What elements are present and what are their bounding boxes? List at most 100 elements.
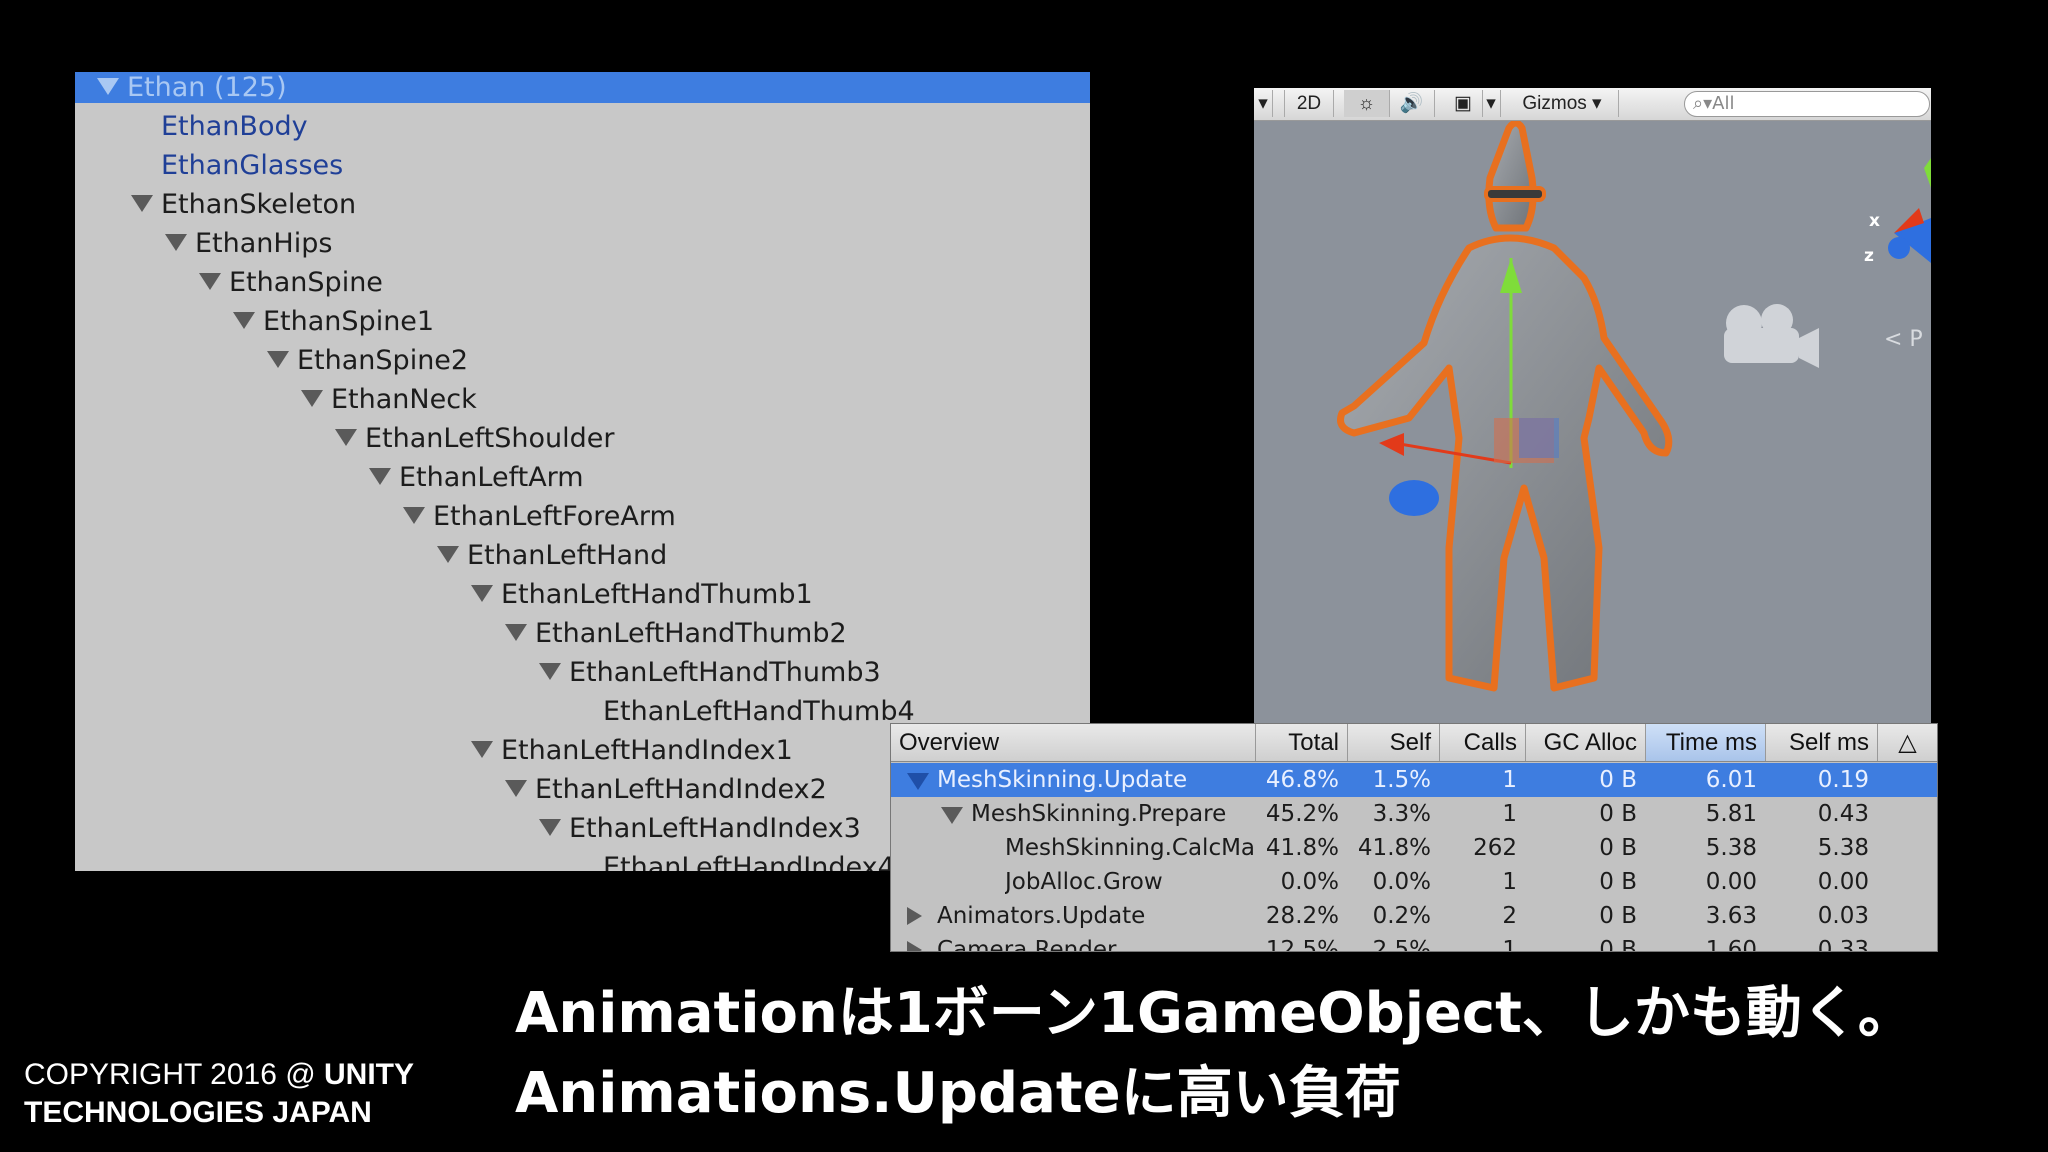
hierarchy-item[interactable]: EthanLeftHandThumb2 (75, 614, 1090, 653)
profiler-row-name: MeshSkinning.Prepare (971, 801, 1227, 827)
expand-triangle-icon[interactable] (403, 507, 425, 524)
caption-line-1: Animationは1ボーン1GameObject、しかも動く。 (515, 981, 1914, 1046)
expand-triangle-icon[interactable] (233, 312, 255, 329)
hierarchy-item-label: EthanBody (161, 111, 308, 142)
profiler-row[interactable]: Camera.Render 12.5% 2.5% 1 0 B 1.60 0.33 (891, 933, 1937, 952)
expand-triangle-icon[interactable] (471, 585, 493, 602)
column-calls[interactable]: Calls (1439, 724, 1525, 761)
expand-triangle-icon[interactable] (199, 273, 221, 290)
search-icon: ⌕▾ (1693, 93, 1713, 114)
hierarchy-item[interactable]: Ethan (125) (75, 72, 1090, 103)
perspective-label: < P (1884, 327, 1923, 352)
profiler-cell-self: 0.0% (1372, 869, 1431, 895)
column-time-ms[interactable]: Time ms (1645, 724, 1765, 761)
hierarchy-item-label: EthanLeftHand (467, 540, 668, 571)
hierarchy-item[interactable]: EthanSpine (75, 263, 1090, 302)
profiler-cell-time: 3.63 (1705, 903, 1757, 929)
profiler-cell-calls: 1 (1502, 869, 1517, 895)
hierarchy-item[interactable]: EthanNeck (75, 380, 1090, 419)
expand-triangle-icon[interactable] (369, 468, 391, 485)
hierarchy-item[interactable]: EthanGlasses (75, 146, 1090, 185)
hierarchy-item[interactable]: EthanSkeleton (75, 185, 1090, 224)
hierarchy-item[interactable]: EthanLeftForeArm (75, 497, 1090, 536)
profiler-cell-time: 0.00 (1705, 869, 1757, 895)
warning-icon[interactable]: △ (1877, 724, 1937, 761)
hierarchy-item[interactable]: EthanBody (75, 107, 1090, 146)
profiler-cell-calls: 1 (1502, 937, 1517, 952)
hierarchy-item[interactable]: EthanLeftArm (75, 458, 1090, 497)
profiler-cell-total: 45.2% (1265, 801, 1339, 827)
profiler-row[interactable]: MeshSkinning.CalcMat 41.8% 41.8% 262 0 B 5.38… (891, 831, 1937, 865)
hierarchy-item-label: EthanSpine1 (263, 306, 435, 337)
hierarchy-item-label: EthanLeftHandThumb2 (535, 618, 847, 649)
scene-view[interactable]: x z < P ▾ 2D ☼ 🔊 ▣ ▾ Gizmos ▾ ⌕▾All (1254, 88, 1931, 728)
lighting-toggle-icon[interactable]: ☼ (1344, 90, 1390, 117)
gizmos-dropdown[interactable]: Gizmos ▾ (1506, 90, 1619, 117)
profiler-row-name: Camera.Render (937, 937, 1117, 952)
hierarchy-item[interactable]: EthanLeftHandThumb3 (75, 653, 1090, 692)
profiler-cell-self: 41.8% (1357, 835, 1431, 861)
effects-dropdown-icon[interactable]: ▾ (1482, 90, 1501, 117)
hierarchy-item-label: EthanLeftHandThumb4 (603, 696, 915, 727)
mode-2d-button[interactable]: 2D (1284, 90, 1334, 117)
profiler-cell-selfms: 0.33 (1817, 937, 1869, 952)
profiler-panel: Overview Total Self Calls GC Alloc Time … (890, 723, 1938, 952)
profiler-row[interactable]: MeshSkinning.Update 46.8% 1.5% 1 0 B 6.01 0.19 (891, 763, 1937, 797)
hierarchy-item-label: EthanLeftArm (399, 462, 584, 493)
profiler-row[interactable]: Animators.Update 28.2% 0.2% 2 0 B 3.63 0.03 (891, 899, 1937, 933)
character-model: x z < P (1337, 119, 1931, 692)
expand-triangle-icon[interactable] (539, 663, 561, 680)
hierarchy-item[interactable]: EthanLeftShoulder (75, 419, 1090, 458)
hierarchy-item-label: EthanLeftForeArm (433, 501, 676, 532)
effects-toggle-icon[interactable]: ▣ (1444, 90, 1483, 117)
expand-triangle-icon[interactable] (907, 773, 929, 790)
expand-triangle-icon[interactable] (505, 780, 527, 797)
profiler-cell-selfms: 5.38 (1817, 835, 1869, 861)
hierarchy-item[interactable]: EthanHips (75, 224, 1090, 263)
hierarchy-item-label: EthanLeftHandThumb3 (569, 657, 881, 688)
profiler-cell-self: 0.2% (1372, 903, 1431, 929)
copyright-line-2: TECHNOLOGIES JAPAN (24, 1096, 372, 1129)
expand-triangle-icon[interactable] (131, 195, 153, 212)
axis-x-label: x (1869, 211, 1880, 231)
hierarchy-item[interactable]: EthanSpine1 (75, 302, 1090, 341)
profiler-row[interactable]: MeshSkinning.Prepare 45.2% 3.3% 1 0 B 5.81 0.4… (891, 797, 1937, 831)
gizmos-label: Gizmos (1522, 93, 1587, 114)
expand-triangle-icon[interactable] (505, 624, 527, 641)
hierarchy-item-label: EthanLeftHandIndex1 (501, 735, 793, 766)
column-self-ms[interactable]: Self ms (1765, 724, 1877, 761)
hierarchy-item[interactable]: EthanLeftHandThumb1 (75, 575, 1090, 614)
expand-triangle-icon[interactable] (941, 807, 963, 824)
profiler-header: Overview Total Self Calls GC Alloc Time … (891, 724, 1937, 762)
hierarchy-item[interactable]: EthanLeftHand (75, 536, 1090, 575)
glasses (1484, 186, 1546, 202)
dropdown-arrow-icon[interactable]: ▾ (1254, 90, 1273, 117)
expand-triangle-icon[interactable] (539, 819, 561, 836)
profiler-cell-time: 1.60 (1705, 937, 1757, 952)
expand-triangle-icon[interactable] (301, 390, 323, 407)
profiler-cell-total: 12.5% (1265, 937, 1339, 952)
column-overview[interactable]: Overview (891, 724, 1255, 761)
column-self[interactable]: Self (1347, 724, 1439, 761)
expand-triangle-icon[interactable] (165, 234, 187, 251)
column-gc-alloc[interactable]: GC Alloc (1525, 724, 1645, 761)
collapsed-triangle-icon[interactable] (907, 941, 922, 951)
axis-z-label: z (1864, 246, 1874, 266)
hierarchy-item-label: EthanLeftHandIndex4 (603, 852, 895, 871)
profiler-row[interactable]: JobAlloc.Grow 0.0% 0.0% 1 0 B 0.00 0.00 (891, 865, 1937, 899)
expand-triangle-icon[interactable] (335, 429, 357, 446)
hierarchy-item-label: EthanHips (195, 228, 333, 259)
expand-triangle-icon[interactable] (267, 351, 289, 368)
hierarchy-item-label: EthanSpine2 (297, 345, 469, 376)
profiler-cell-self: 1.5% (1372, 767, 1431, 793)
expand-triangle-icon[interactable] (471, 741, 493, 758)
collapsed-triangle-icon[interactable] (907, 907, 922, 925)
audio-toggle-icon[interactable]: 🔊 (1389, 90, 1435, 117)
scene-search-input[interactable]: ⌕▾All (1684, 91, 1930, 117)
expand-triangle-icon[interactable] (97, 78, 119, 95)
hierarchy-item-label: EthanNeck (331, 384, 477, 415)
expand-triangle-icon[interactable] (437, 546, 459, 563)
profiler-cell-selfms: 0.00 (1817, 869, 1869, 895)
column-total[interactable]: Total (1255, 724, 1347, 761)
hierarchy-item[interactable]: EthanSpine2 (75, 341, 1090, 380)
